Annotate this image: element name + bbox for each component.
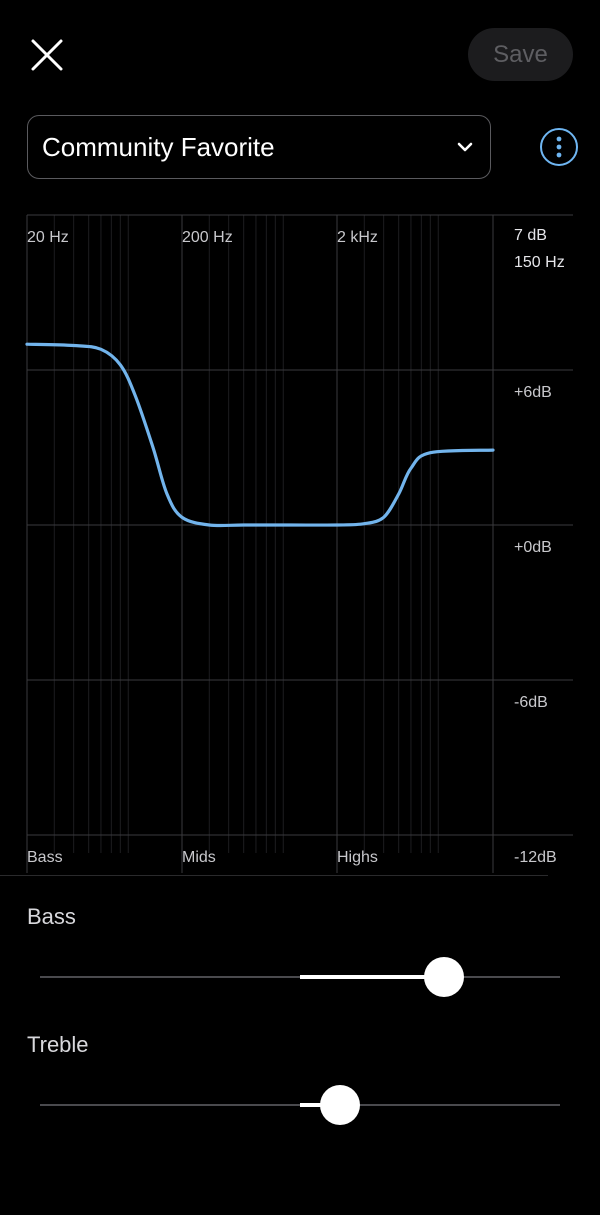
eq-band-labels: Bass Mids Highs [27, 849, 378, 866]
eq-x-tick-label: 200 Hz [182, 229, 233, 246]
treble-slider[interactable] [40, 1085, 560, 1125]
eq-major-gridlines [26, 214, 573, 873]
eq-curve-line [25, 342, 495, 528]
close-icon [31, 39, 63, 71]
eq-readout-freq: 150 Hz [514, 254, 565, 271]
eq-y-tick-label: -12dB [514, 849, 557, 866]
eq-x-tick-label: 20 Hz [27, 229, 69, 246]
eq-y-tick-label: +0dB [514, 539, 552, 556]
preset-dropdown[interactable]: Community Favorite [27, 115, 491, 179]
eq-band-label: Mids [182, 849, 216, 866]
eq-band-label: Bass [27, 849, 63, 866]
treble-label: Treble [27, 1032, 89, 1057]
treble-slider-thumb[interactable] [320, 1085, 361, 1125]
close-button[interactable] [22, 30, 72, 80]
more-options-button[interactable] [540, 128, 578, 166]
eq-readout-gain: 7 dB [514, 227, 547, 244]
eq-y-tick-label: -6dB [514, 694, 548, 711]
preset-selected-label: Community Favorite [42, 131, 275, 162]
chevron-down-icon [454, 136, 476, 158]
bass-slider-thumb[interactable] [423, 957, 464, 997]
bass-slider[interactable] [40, 957, 560, 997]
eq-band-label: Highs [337, 849, 378, 866]
bass-slider-fill [300, 975, 444, 979]
eq-y-tick-labels: +6dB +0dB -6dB -12dB [514, 384, 557, 866]
eq-chart[interactable]: 20 Hz 200 Hz 2 kHz Bass Mids Highs +6dB +0dB -… [0, 205, 600, 875]
eq-x-tick-labels: 20 Hz 200 Hz 2 kHz [27, 229, 378, 246]
more-vertical-icon [556, 136, 562, 158]
eq-screen: Save Community Favorite 20 Hz 200 Hz 2 kHz… [0, 0, 600, 1215]
eq-minor-gridlines [53, 215, 439, 853]
eq-x-tick-label: 2 kHz [337, 229, 378, 246]
save-button[interactable]: Save [468, 28, 573, 81]
eq-y-tick-label: +6dB [514, 384, 552, 401]
bass-label: Bass [27, 904, 76, 929]
section-divider [0, 875, 548, 876]
